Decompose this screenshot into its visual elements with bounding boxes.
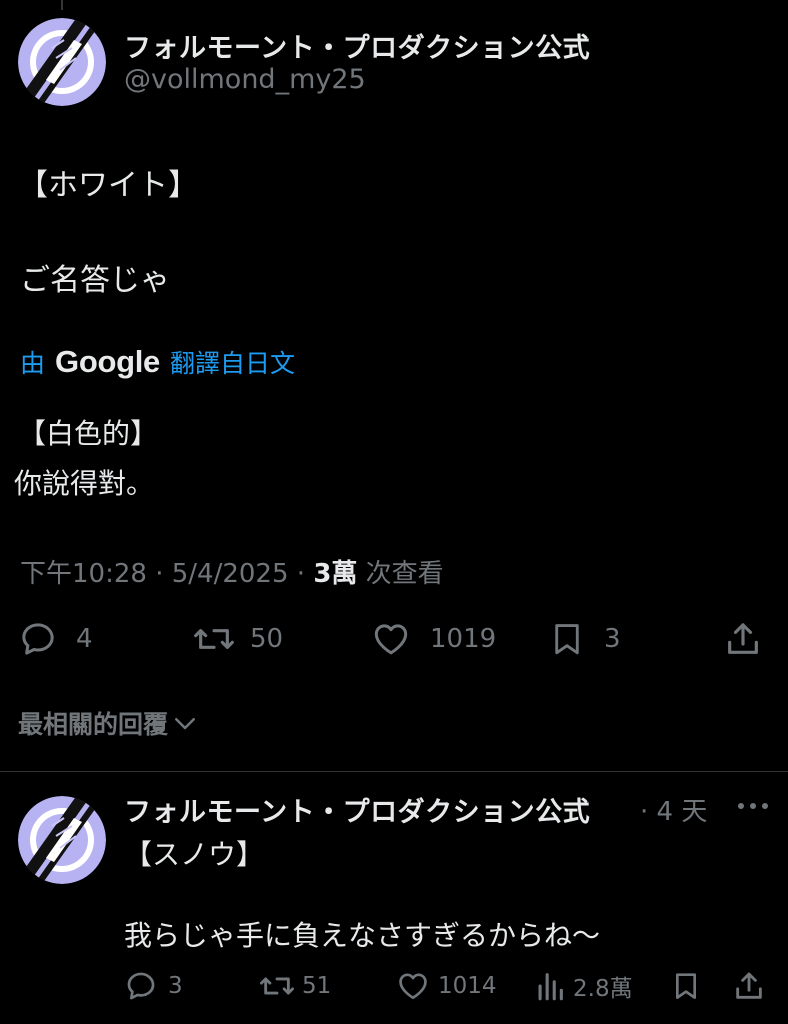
divider (0, 771, 788, 772)
reply-like-count: 1014 (438, 973, 497, 999)
bookmark-icon (555, 624, 579, 655)
reply-count: 4 (76, 624, 93, 654)
repost-icon (259, 977, 294, 995)
author-name[interactable]: フォルモーント・プロダクション公式 (124, 26, 590, 65)
like-count: 1019 (430, 624, 497, 654)
post-time[interactable]: 下午10:28 (20, 559, 147, 589)
reply-text-line-1: 【スノウ】 (124, 838, 265, 871)
reply-button[interactable]: 4 (18, 619, 93, 659)
author-avatar[interactable] (18, 18, 106, 106)
reply-reply-button[interactable]: 3 (124, 969, 183, 1003)
reply-time[interactable]: · 4 天 (640, 791, 707, 828)
moon-logo-icon (18, 18, 106, 106)
more-options-icon[interactable] (735, 790, 771, 820)
translation-suffix: 翻譯自日文 (170, 349, 296, 378)
reply-text-line-2: 我らじゃ手に負えなさすぎるからね～ (124, 919, 601, 952)
bookmark-button[interactable]: 3 (548, 619, 621, 659)
repost-button[interactable]: 50 (192, 619, 283, 659)
heart-icon (374, 624, 408, 655)
reply-icon (127, 972, 155, 1000)
reply-icon (22, 623, 54, 655)
translated-text-line-1: 【白色的】 (18, 417, 159, 450)
reply-sort-dropdown[interactable]: 最相關的回覆 (18, 705, 200, 741)
post-text-line-1: 【ホワイト】 (18, 168, 198, 203)
like-button[interactable]: 1019 (370, 619, 496, 659)
heart-icon (399, 973, 427, 1000)
thread-connector-line (61, 0, 63, 10)
views-count: 3萬 (313, 559, 358, 589)
post-meta: 下午10:28 · 5/4/2025 · 3萬 次查看 (20, 553, 444, 590)
translated-text-line-2: 你說得對。 (14, 467, 155, 500)
bookmark-count: 3 (604, 624, 621, 654)
reply-like-button[interactable]: 1014 (396, 969, 497, 1003)
reply-reply-count: 3 (168, 973, 183, 999)
share-icon (728, 623, 758, 654)
reply-bookmark-button[interactable] (670, 969, 702, 1003)
share-icon (736, 972, 762, 999)
views-label: 次查看 (365, 559, 444, 589)
reply-share-button[interactable] (732, 969, 766, 1003)
reply-repost-count: 51 (302, 973, 332, 999)
reply-author-avatar[interactable] (18, 796, 106, 884)
share-button[interactable] (722, 619, 764, 659)
meta-separator: · (296, 559, 306, 589)
meta-separator: · (155, 559, 164, 589)
moon-logo-icon (18, 796, 106, 884)
reply-repost-button[interactable]: 51 (258, 969, 331, 1003)
bookmark-icon (676, 973, 696, 999)
translation-prefix: 由 (20, 349, 46, 378)
repost-icon (194, 629, 234, 649)
repost-count: 50 (250, 624, 284, 654)
post-date[interactable]: 5/4/2025 (172, 559, 289, 589)
translation-attribution[interactable]: 由 Google 翻譯自日文 (20, 344, 295, 380)
reply-sort-label: 最相關的回覆 (18, 710, 169, 739)
author-handle[interactable]: @vollmond_my25 (124, 64, 366, 95)
reply-views-button[interactable]: 2.8萬 (535, 969, 633, 1003)
analytics-icon (538, 973, 563, 1001)
reply-views-count: 2.8萬 (573, 976, 633, 1002)
chevron-down-icon (175, 718, 196, 730)
post-text-line-2: ご名答じゃ (20, 263, 170, 298)
reply-author-name[interactable]: フォルモーント・プロダクション公式 (124, 790, 590, 829)
google-logo-text: Google (55, 344, 160, 379)
